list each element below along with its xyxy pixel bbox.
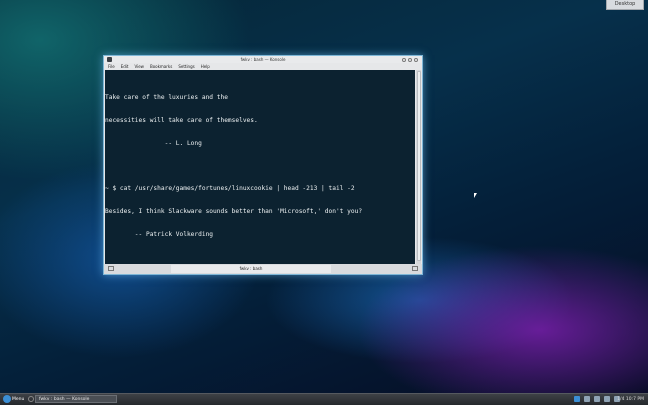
taskbar: Menu fwkv : bash — Konsole 1/4 10:7 PM — [0, 393, 648, 405]
terminal-output[interactable]: Take care of the luxuries and the necess… — [105, 70, 415, 264]
close-icon[interactable] — [414, 57, 418, 62]
terminal-line: -- Patrick Volkerding — [105, 230, 214, 238]
window-title: fwkv : bash — Konsole — [240, 57, 286, 62]
taskbar-task-konsole[interactable]: fwkv : bash — Konsole — [35, 395, 117, 403]
battery-icon[interactable] — [604, 396, 610, 402]
notification-icon[interactable] — [574, 396, 580, 402]
menu-bookmarks[interactable]: Bookmarks — [150, 63, 172, 70]
terminal-line: Besides, I think Slackware sounds better… — [105, 208, 363, 216]
menu-view[interactable]: View — [134, 63, 144, 70]
terminal-scrollbar[interactable] — [416, 70, 421, 264]
scrollbar-thumb[interactable] — [416, 71, 421, 261]
tab-bar: fwkv : bash — [104, 264, 422, 274]
menu-file[interactable]: File — [108, 63, 115, 70]
window-titlebar[interactable]: fwkv : bash — Konsole — [104, 56, 422, 63]
application-launcher-icon[interactable] — [3, 395, 11, 403]
maximize-icon[interactable] — [408, 57, 412, 62]
desktop-button[interactable]: Desktop — [606, 0, 644, 10]
pager-icon[interactable] — [28, 396, 34, 402]
menu-edit[interactable]: Edit — [121, 63, 129, 70]
clock[interactable]: 1/4 10:7 PM — [617, 394, 644, 405]
menu-help[interactable]: Help — [201, 63, 210, 70]
mouse-pointer-icon — [474, 193, 477, 198]
terminal-line: Take care of the luxuries and the — [105, 94, 228, 102]
terminal-line: necessities will take care of themselves… — [105, 116, 258, 124]
network-icon[interactable] — [584, 396, 590, 402]
tab-bash[interactable]: fwkv : bash — [171, 265, 331, 273]
new-tab-icon[interactable] — [108, 266, 114, 271]
system-tray — [574, 396, 620, 402]
launcher-label[interactable]: Menu — [12, 394, 24, 405]
minimize-icon[interactable] — [402, 57, 406, 62]
menu-settings[interactable]: Settings — [178, 63, 194, 70]
konsole-window: fwkv : bash — Konsole File Edit View Boo… — [103, 55, 423, 275]
close-tab-icon[interactable] — [412, 266, 418, 271]
volume-icon[interactable] — [594, 396, 600, 402]
menubar: File Edit View Bookmarks Settings Help — [104, 63, 422, 70]
terminal-line: -- L. Long — [105, 139, 202, 147]
terminal-line: ~ $ cat /usr/share/games/fortunes/linuxc… — [105, 185, 355, 193]
